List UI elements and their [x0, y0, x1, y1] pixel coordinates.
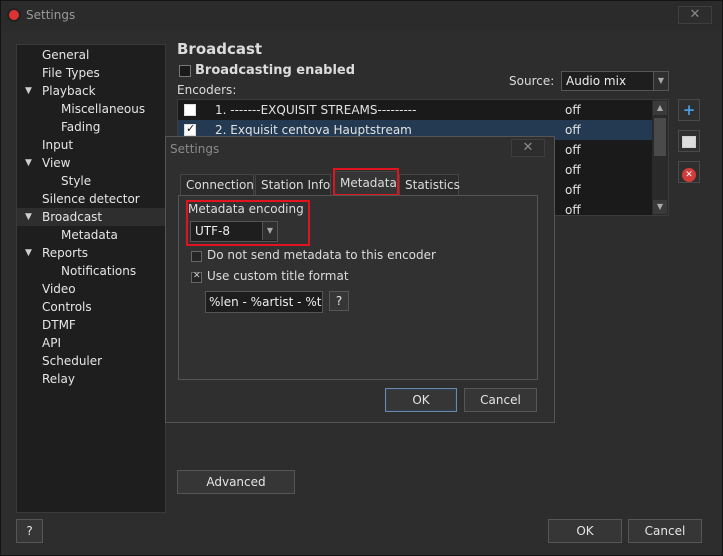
sidebar-item-notifications[interactable]: Notifications — [17, 262, 165, 280]
sidebar-item-scheduler[interactable]: Scheduler — [17, 352, 165, 370]
source-label: Source: — [509, 74, 555, 88]
sidebar-item-label: Video — [42, 282, 76, 296]
tab-statistics[interactable]: Statistics — [399, 174, 460, 196]
sidebar-item-label: Controls — [42, 300, 92, 314]
broadcasting-enabled-label: Broadcasting enabled — [195, 63, 356, 78]
add-encoder-button[interactable]: + — [678, 99, 700, 121]
metadata-tab-highlight — [333, 168, 399, 196]
metadata-panel: Metadata encoding UTF-8 ▼ Do not send me… — [178, 195, 538, 380]
no-send-metadata-checkbox[interactable] — [191, 251, 202, 262]
title-bar: Settings ✕ — [1, 1, 722, 31]
sidebar-item-label: General — [42, 48, 90, 62]
encoders-scrollbar[interactable]: ▲ ▼ — [652, 100, 668, 215]
page-title: Broadcast — [177, 40, 263, 58]
sidebar-item-view[interactable]: ▼ View — [17, 154, 165, 172]
ok-button[interactable]: OK — [548, 519, 622, 543]
sidebar-item-playback[interactable]: ▼ Playback — [17, 82, 165, 100]
sidebar-item-video[interactable]: Video — [17, 280, 165, 298]
sidebar-item-label: View — [42, 156, 71, 170]
tab-station-info[interactable]: Station Info — [255, 174, 331, 196]
sidebar-item-file-types[interactable]: File Types — [17, 64, 165, 82]
remove-icon: ✕ — [682, 168, 696, 182]
chevron-down-icon: ▼ — [653, 72, 668, 90]
no-send-metadata-label: Do not send metadata to this encoder — [207, 248, 436, 262]
encoder-status: off — [565, 143, 581, 157]
sidebar-item-api[interactable]: API — [17, 334, 165, 352]
sidebar-item-label: Fading — [61, 120, 101, 134]
encoder-settings-dialog: Settings ✕ Connection Station Info Metad… — [165, 136, 555, 423]
encoder-name: 1. -------EXQUISIT STREAMS--------- — [215, 103, 417, 117]
sidebar-item-label: Input — [42, 138, 74, 152]
encoder-status: off — [565, 183, 581, 197]
metadata-encoding-highlight — [186, 200, 310, 246]
cancel-button[interactable]: Cancel — [628, 519, 702, 543]
sidebar-item-label: Metadata — [61, 228, 118, 242]
sidebar-item-label: File Types — [42, 66, 100, 80]
chevron-down-icon[interactable]: ▼ — [25, 244, 32, 262]
broadcasting-enabled-checkbox[interactable] — [179, 65, 191, 77]
sidebar-item-label: API — [42, 336, 61, 350]
encoder-checkbox[interactable] — [184, 104, 196, 116]
sidebar-item-label: Silence detector — [42, 192, 140, 206]
sidebar-item-label: Scheduler — [42, 354, 103, 368]
source-select[interactable]: Audio mix ▼ — [561, 71, 669, 91]
sidebar-item-fading[interactable]: Fading — [17, 118, 165, 136]
close-icon[interactable]: ✕ — [678, 6, 712, 24]
source-value: Audio mix — [566, 74, 627, 88]
window-title: Settings — [26, 8, 76, 22]
chevron-up-icon[interactable]: ▲ — [653, 101, 667, 115]
title-format-help-button[interactable]: ? — [329, 291, 349, 311]
help-button[interactable]: ? — [16, 519, 43, 543]
sidebar-item-label: Miscellaneous — [61, 102, 146, 116]
advanced-button[interactable]: Advanced — [177, 470, 295, 494]
plus-icon: + — [682, 101, 696, 119]
sidebar: General File Types ▼ Playback Miscellaneo… — [16, 44, 166, 513]
encoder-name: 2. Exquisit centova Hauptstream — [215, 123, 412, 137]
custom-title-checkbox[interactable] — [191, 271, 202, 283]
encoder-status: off — [565, 103, 581, 117]
sidebar-item-input[interactable]: Input — [17, 136, 165, 154]
sidebar-item-relay[interactable]: Relay — [17, 370, 165, 388]
chevron-down-icon[interactable]: ▼ — [25, 208, 32, 226]
sidebar-item-miscellaneous[interactable]: Miscellaneous — [17, 100, 165, 118]
encoder-status: off — [565, 203, 581, 215]
sidebar-item-broadcast[interactable]: ▼ Broadcast — [17, 208, 165, 226]
encoders-label: Encoders: — [177, 83, 237, 97]
dialog-cancel-button[interactable]: Cancel — [464, 388, 537, 412]
sidebar-item-label: Relay — [42, 372, 75, 386]
edit-encoder-button[interactable] — [678, 130, 700, 152]
scrollbar-thumb[interactable] — [654, 118, 666, 156]
list-item[interactable]: 1. -------EXQUISIT STREAMS--------- off — [178, 100, 653, 120]
chevron-down-icon[interactable]: ▼ — [653, 200, 667, 214]
sidebar-item-label: Reports — [42, 246, 89, 260]
dialog-title: Settings — [170, 142, 220, 156]
chevron-down-icon[interactable]: ▼ — [25, 82, 32, 100]
sidebar-item-label: Style — [61, 174, 92, 188]
title-format-input[interactable]: %len - %artist - %ti — [205, 291, 323, 313]
remove-encoder-button[interactable]: ✕ — [678, 161, 700, 183]
sidebar-item-style[interactable]: Style — [17, 172, 165, 190]
edit-icon — [682, 136, 696, 148]
encoder-status: off — [565, 163, 581, 177]
encoder-checkbox[interactable] — [184, 122, 196, 136]
sidebar-item-silence-detector[interactable]: Silence detector — [17, 190, 165, 208]
encoder-status: off — [565, 123, 581, 137]
sidebar-item-label: Notifications — [61, 264, 137, 278]
sidebar-item-controls[interactable]: Controls — [17, 298, 165, 316]
sidebar-item-metadata[interactable]: Metadata — [17, 226, 165, 244]
sidebar-item-reports[interactable]: ▼ Reports — [17, 244, 165, 262]
custom-title-label: Use custom title format — [207, 269, 349, 283]
sidebar-item-general[interactable]: General — [17, 46, 165, 64]
chevron-down-icon[interactable]: ▼ — [25, 154, 32, 172]
sidebar-item-label: Broadcast — [42, 210, 103, 224]
dialog-ok-button[interactable]: OK — [385, 388, 457, 412]
settings-window: Settings ✕ General File Types ▼ Playback … — [0, 0, 723, 556]
tab-connection[interactable]: Connection — [180, 174, 254, 196]
sidebar-item-dtmf[interactable]: DTMF — [17, 316, 165, 334]
close-icon[interactable]: ✕ — [511, 139, 545, 157]
app-icon — [7, 8, 21, 22]
sidebar-item-label: Playback — [42, 84, 96, 98]
sidebar-item-label: DTMF — [42, 318, 76, 332]
